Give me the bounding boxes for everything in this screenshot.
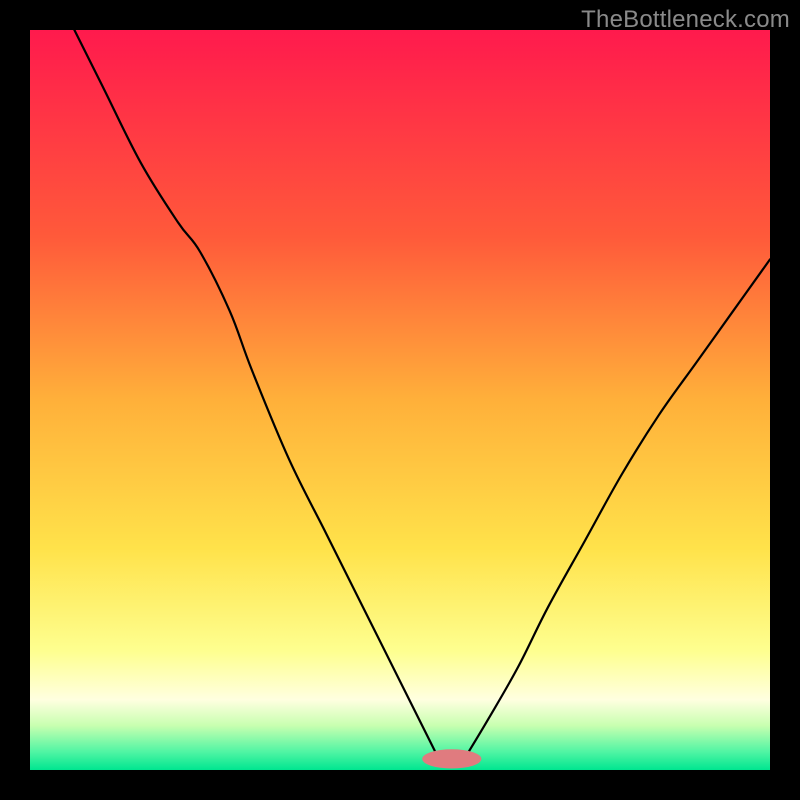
chart-background	[30, 30, 770, 770]
bottom-pill-marker	[422, 749, 481, 768]
chart-svg	[30, 30, 770, 770]
plot-area	[30, 30, 770, 770]
chart-frame: TheBottleneck.com	[0, 0, 800, 800]
